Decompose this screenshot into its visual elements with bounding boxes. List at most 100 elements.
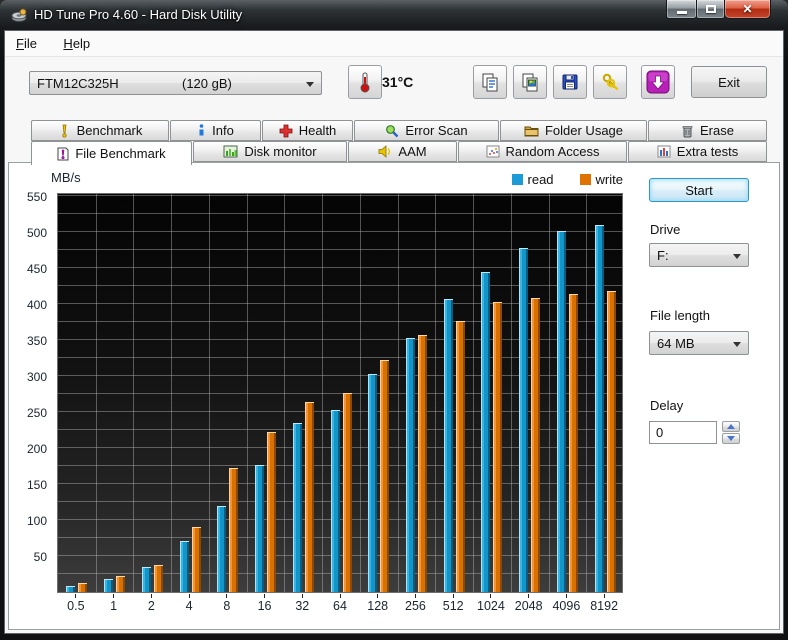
tab-folder-usage-label: Folder Usage [544,123,624,138]
x-axis-labels: 0.5 1 2 4 8 16 32 64 128 256 512 1024 2048 4096 8192 [57,594,623,618]
magnifier-icon [386,124,399,137]
delay-spinner [722,421,740,444]
delay-input[interactable] [649,421,717,444]
tab-health[interactable]: Health [262,120,353,141]
disk-monitor-icon [223,145,238,158]
x-tick-label: 1024 [477,599,505,613]
file-benchmark-icon [57,147,69,160]
menu-help[interactable]: Help [52,31,101,56]
bar-write [267,432,277,592]
tab-info-label: Info [212,123,234,138]
gridline-v [133,194,135,592]
gridline-h [58,231,622,232]
bar-read [443,298,453,592]
bar-read [594,224,604,592]
toolbar: FTM12C325H (120 gB) 31°C Exit [5,58,783,120]
copy-screenshot-icon [522,73,538,92]
x-tick [490,594,492,598]
tab-random-access[interactable]: Random Access [458,141,627,162]
tab-error-scan[interactable]: Error Scan [354,120,499,141]
gridline-v [246,194,248,592]
x-tick-label: 0.5 [67,599,85,613]
exit-label: Exit [718,74,740,90]
gridline-v [473,194,475,592]
y-tick-label: 150 [26,478,47,492]
bar-read [255,465,265,592]
keys-icon [602,73,619,91]
y-tick-label: 350 [26,334,47,348]
x-tick-label: 4096 [552,599,581,613]
x-tick [75,594,77,598]
maximize-button[interactable] [696,0,725,19]
benchmark-icon [62,124,67,138]
tab-extra-tests[interactable]: Extra tests [628,141,767,162]
copy-text-icon [482,73,498,92]
start-label: Start [685,182,713,198]
drive-select[interactable]: F: [649,243,749,267]
y-axis-labels: 50 100 150 200 250 300 350 400 450 500 550 [9,190,52,593]
speaker-icon [379,145,391,158]
tab-disk-monitor[interactable]: Disk monitor [193,141,347,162]
minimize-button[interactable] [666,0,696,19]
tab-info[interactable]: Info [170,120,261,141]
x-tick-label: 2 [147,599,155,613]
gridline-v [397,194,399,592]
extra-tests-icon [657,145,671,158]
tab-file-benchmark[interactable]: File Benchmark [31,141,192,165]
bar-write [455,321,465,592]
tab-benchmark-label: Benchmark [76,123,143,138]
tab-aam[interactable]: AAM [348,141,457,162]
chevron-down-icon [733,254,741,259]
x-tick-label: 8 [223,599,231,613]
chevron-down-icon [733,342,741,347]
exit-button[interactable]: Exit [691,66,767,98]
y-tick-label: 450 [26,262,47,276]
options-button[interactable] [593,65,627,99]
file-length-select[interactable]: 64 MB [649,331,749,355]
drive-size-value: (120 gB) [182,76,232,91]
legend-label: read [527,172,554,187]
y-axis-title: MB/s [51,170,81,185]
app-icon [11,8,27,22]
save-icon [562,74,578,90]
bar-write [531,298,541,592]
file-length-value: 64 MB [657,336,695,351]
gridline-v [359,194,361,592]
gridline-v [171,194,173,592]
tab-folder-usage[interactable]: Folder Usage [500,120,647,141]
y-tick-label: 300 [26,370,47,384]
tab-erase-label: Erase [700,123,734,138]
trash-icon [682,125,693,137]
chevron-down-icon [306,82,314,87]
x-tick [339,594,341,598]
close-button[interactable]: ✕ [725,0,771,19]
file-benchmark-page: MB/s read write 50 100 150 200 250 300 350 400 45… [8,162,780,630]
update-button[interactable] [641,65,675,99]
y-tick-label: 50 [33,550,47,564]
delay-label: Delay [650,398,684,413]
folder-icon [524,126,539,137]
tab-benchmark[interactable]: Benchmark [31,120,169,141]
tab-erase[interactable]: Erase [648,120,767,141]
bar-read [481,271,491,592]
bar-read [368,373,378,592]
x-tick-label: 64 [333,599,347,613]
spinner-down-button[interactable] [722,433,740,444]
bar-write [116,576,126,592]
legend-swatch [511,174,523,185]
copy-screenshot-button[interactable] [513,65,547,99]
tab-disk-monitor-label: Disk monitor [244,144,317,159]
save-button[interactable] [553,65,587,99]
bar-write [78,583,88,592]
copy-text-button[interactable] [473,65,507,99]
x-tick [603,594,605,598]
gridline-v [548,194,550,592]
spinner-up-button[interactable] [722,421,740,432]
start-button[interactable]: Start [649,178,749,202]
temperature-button[interactable] [348,65,382,99]
app-window: HD Tune Pro 4.60 - Hard Disk Utility ✕ F… [0,0,788,640]
menu-file[interactable]: File [5,31,48,56]
x-tick-label: 2048 [514,599,543,613]
drive-model-select[interactable]: FTM12C325H (120 gB) [29,71,322,95]
maximize-icon [705,5,716,13]
